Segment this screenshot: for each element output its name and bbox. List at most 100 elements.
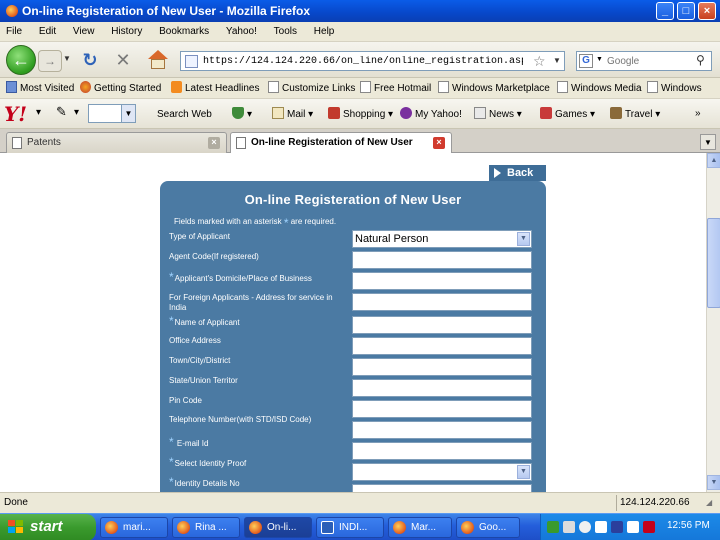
toolbar-overflow-icon[interactable]: » [695, 107, 701, 121]
engine-dropdown-icon[interactable]: ▼ [596, 56, 603, 63]
pencil-dropdown-icon[interactable]: ▾ [74, 106, 79, 120]
taskbar-item-mar[interactable]: Mar... [388, 517, 452, 538]
close-tab-icon[interactable]: × [208, 137, 220, 149]
required-fields-note: Fields marked with an asterisk * are req… [174, 216, 337, 230]
bookmark-free-hotmail[interactable]: Free Hotmail [360, 81, 431, 96]
agent-code-input[interactable] [352, 251, 532, 269]
tray-app-icon[interactable] [563, 521, 575, 533]
stop-button[interactable]: ✕ [113, 50, 133, 70]
media-play-icon[interactable] [611, 521, 623, 533]
email-input[interactable] [352, 442, 532, 460]
yahoo-shopping-button[interactable]: Shopping ▾ [328, 107, 393, 122]
domicile-input[interactable] [352, 272, 532, 290]
taskbar-item-mari[interactable]: mari... [100, 517, 168, 538]
telephone-input[interactable] [352, 421, 532, 439]
bookmark-windows-media[interactable]: Windows Media [557, 81, 642, 96]
label-agent-code: Agent Code(If registered) [169, 252, 259, 261]
office-address-input[interactable] [352, 337, 532, 355]
chevron-down-icon[interactable]: ▼ [517, 465, 530, 479]
tab-strip: Patents × On-line Registeration of New U… [0, 129, 720, 154]
yahoo-my-yahoo-button[interactable]: My Yahoo! [400, 107, 462, 122]
yahoo-games-button[interactable]: Games ▾ [540, 107, 595, 122]
page-icon [647, 81, 658, 93]
back-button[interactable]: ← [6, 45, 36, 75]
bookmark-windows[interactable]: Windows [647, 81, 702, 96]
menu-bookmarks[interactable]: Bookmarks [159, 22, 209, 42]
name-of-applicant-input[interactable] [352, 316, 532, 334]
back-link[interactable]: Back [489, 165, 546, 181]
bookmark-latest-headlines[interactable]: Latest Headlines [171, 81, 260, 96]
scroll-up-icon[interactable]: ▲ [707, 153, 720, 168]
pencil-icon[interactable]: ✎ [56, 105, 67, 119]
network-icon[interactable] [547, 521, 559, 533]
close-tab-icon[interactable]: × [433, 137, 445, 149]
bookmark-star-icon[interactable]: ☆ [533, 53, 546, 70]
menu-view[interactable]: View [73, 22, 95, 42]
yahoo-menu-dropdown-icon[interactable]: ▾ [36, 106, 41, 120]
bookmark-most-visited[interactable]: Most Visited [6, 81, 74, 96]
status-text: Done [4, 497, 28, 508]
tray-settings-icon[interactable] [579, 521, 591, 533]
resize-grip-icon[interactable]: ◢ [706, 498, 716, 510]
page-icon [185, 55, 198, 68]
windows-flag-icon [8, 520, 24, 534]
yahoo-search-web-button[interactable]: Search Web [146, 107, 212, 122]
url-input[interactable] [203, 54, 523, 69]
search-box[interactable]: G ▼ ⚲ [576, 51, 712, 71]
taskbar-item-indi[interactable]: INDI... [316, 517, 384, 538]
tab-patents[interactable]: Patents × [6, 132, 227, 153]
foreign-address-input[interactable] [352, 293, 532, 311]
tray-app-icon[interactable] [595, 521, 607, 533]
history-dropdown-icon[interactable]: ▼ [63, 54, 71, 63]
start-button[interactable]: start [0, 514, 96, 540]
yahoo-logo-button[interactable]: Y! [4, 103, 27, 125]
search-icon[interactable]: ⚲ [696, 53, 705, 67]
yahoo-travel-button[interactable]: Travel ▾ [610, 107, 660, 122]
yahoo-shield-button[interactable]: ▾ [232, 107, 252, 122]
menu-tools[interactable]: Tools [274, 22, 297, 42]
taskbar-item-rina[interactable]: Rina ... [172, 517, 240, 538]
security-shield-icon[interactable] [643, 521, 655, 533]
forward-button[interactable]: → [38, 50, 62, 72]
reload-button[interactable]: ↻ [80, 50, 100, 70]
bookmark-windows-marketplace[interactable]: Windows Marketplace [438, 81, 550, 96]
bookmark-getting-started[interactable]: Getting Started [80, 81, 161, 96]
tray-app-icon[interactable] [627, 521, 639, 533]
identity-proof-select[interactable]: ▼ [352, 463, 532, 481]
state-input[interactable] [352, 379, 532, 397]
menu-history[interactable]: History [111, 22, 142, 42]
menu-yahoo[interactable]: Yahoo! [226, 22, 257, 42]
url-bar[interactable]: ☆ ▼ [180, 51, 565, 71]
yahoo-search-dropdown-icon[interactable]: ▼ [121, 105, 135, 122]
vertical-scrollbar[interactable]: ▲ ▼ [706, 153, 720, 492]
bookmark-customize-links[interactable]: Customize Links [268, 81, 355, 96]
tab-list-dropdown-icon[interactable]: ▼ [700, 134, 716, 150]
scroll-down-icon[interactable]: ▼ [707, 475, 720, 490]
taskbar-item-online[interactable]: On-li... [244, 517, 312, 538]
yahoo-search-field[interactable]: ▼ [88, 104, 136, 123]
taskbar-item-goo[interactable]: Goo... [456, 517, 520, 538]
google-engine-icon[interactable]: G [579, 54, 593, 68]
identity-details-input[interactable] [352, 484, 532, 492]
town-city-input[interactable] [352, 358, 532, 376]
url-dropdown-icon[interactable]: ▼ [553, 56, 561, 65]
menu-help[interactable]: Help [314, 22, 335, 42]
chevron-down-icon[interactable]: ▼ [517, 232, 530, 246]
system-tray: 12:56 PM [540, 514, 720, 540]
yahoo-mail-button[interactable]: Mail ▾ [272, 107, 313, 122]
pin-code-input[interactable] [352, 400, 532, 418]
my-yahoo-icon [400, 107, 412, 119]
menu-file[interactable]: File [6, 22, 22, 42]
scroll-thumb[interactable] [707, 218, 720, 308]
type-of-applicant-select[interactable]: Natural Person ▼ [352, 230, 532, 248]
rss-icon [171, 81, 182, 93]
home-button[interactable] [147, 50, 169, 70]
minimize-button[interactable]: _ [656, 2, 674, 20]
close-window-button[interactable]: × [698, 2, 716, 20]
search-input[interactable] [607, 54, 692, 69]
menu-edit[interactable]: Edit [39, 22, 56, 42]
tab-online-registration[interactable]: On-line Registeration of New User × [230, 132, 452, 154]
mail-icon [272, 107, 284, 119]
yahoo-news-button[interactable]: News ▾ [474, 107, 522, 122]
maximize-button[interactable]: □ [677, 2, 695, 20]
